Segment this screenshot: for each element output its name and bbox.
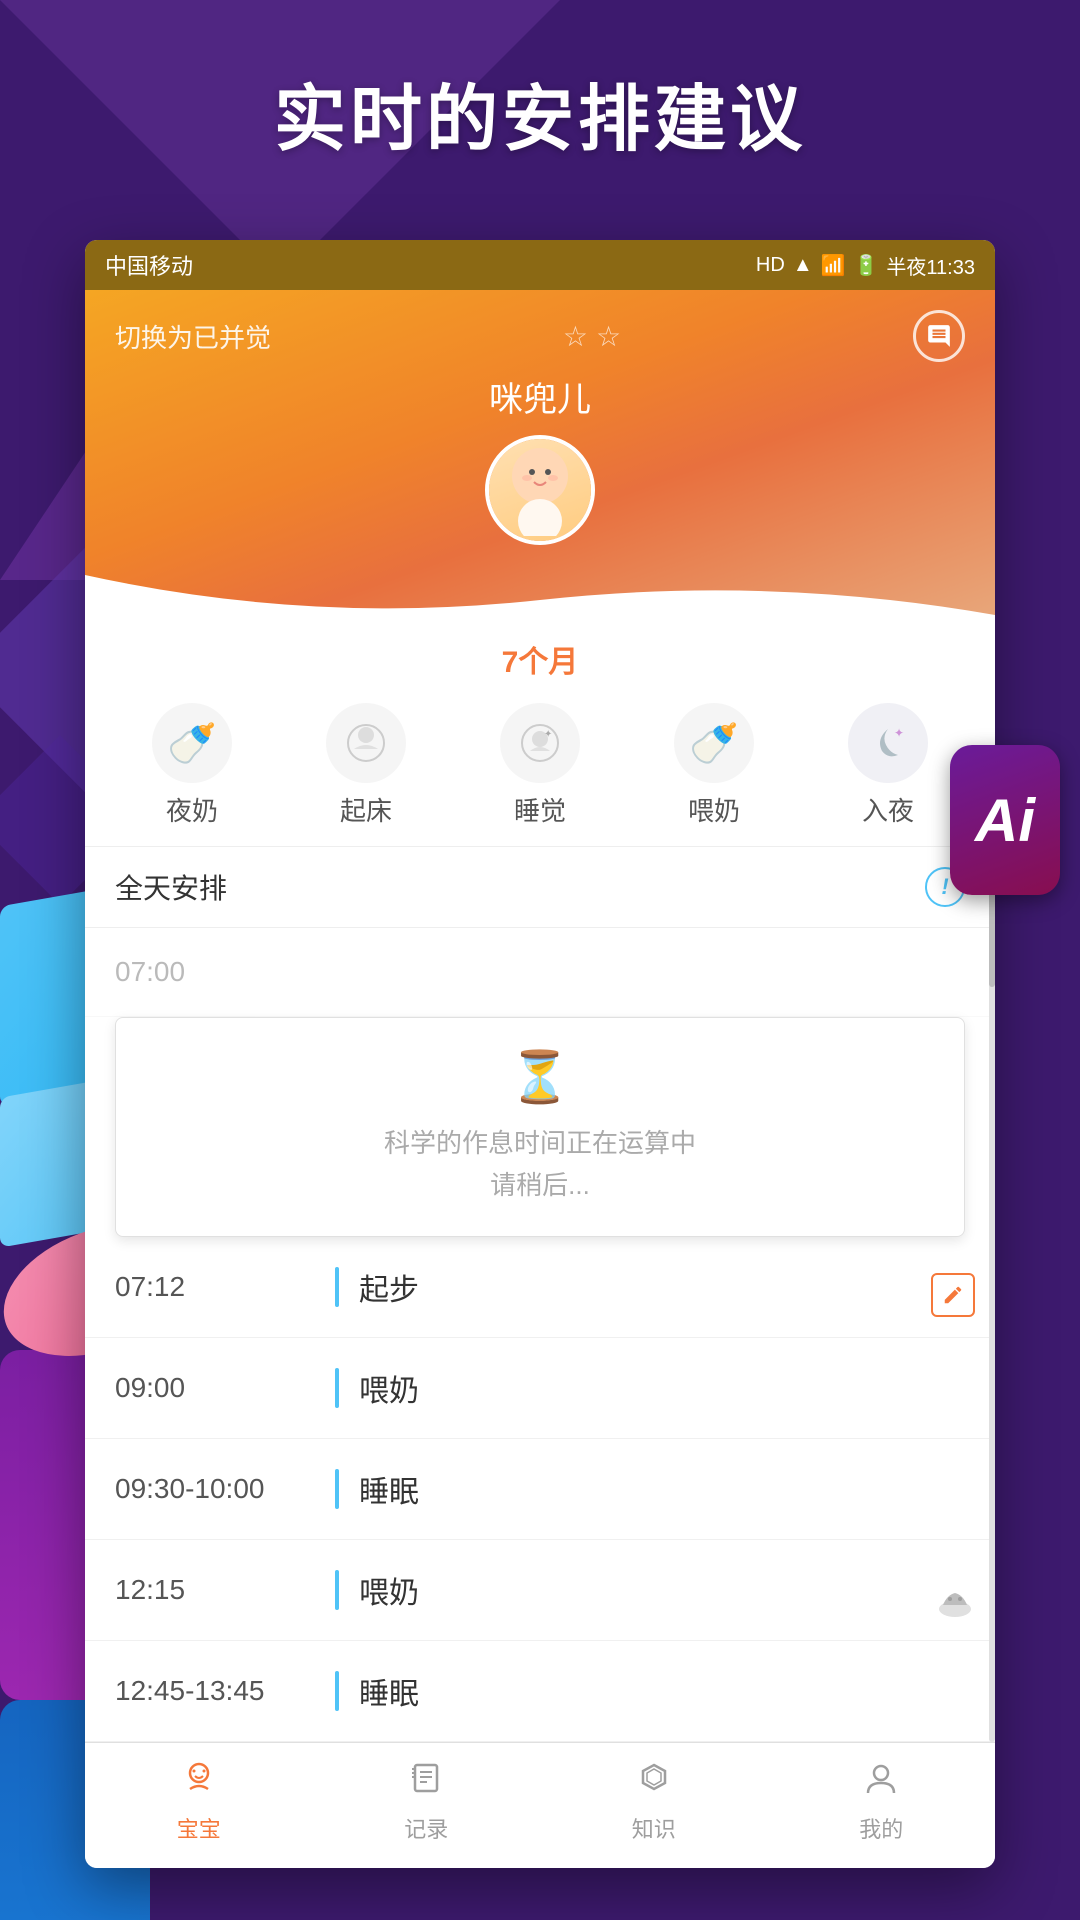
- computing-text-1: 科学的作息时间正在运算中: [136, 1123, 944, 1165]
- baby-photo: [489, 439, 591, 541]
- night-label: 入夜: [862, 791, 914, 828]
- event-0900: 喂奶: [359, 1366, 419, 1410]
- divider-0900: [335, 1368, 339, 1408]
- records-nav-label: 记录: [404, 1812, 448, 1844]
- computing-text-2: 请稍后...: [136, 1165, 944, 1207]
- edit-icon[interactable]: [931, 1273, 975, 1317]
- mine-nav-icon: [862, 1759, 900, 1806]
- action-night-feed[interactable]: 🍼 夜奶: [132, 703, 252, 828]
- time-0900: 09:00: [115, 1372, 335, 1404]
- page-title: 实时的安排建议: [0, 60, 1080, 165]
- baby-nav-label: 宝宝: [177, 1812, 221, 1844]
- food-icon: [935, 1581, 975, 1630]
- event-1245: 睡眠: [359, 1669, 419, 1713]
- knowledge-nav-icon: [635, 1759, 673, 1806]
- time-1245: 12:45-13:45: [115, 1675, 335, 1707]
- status-bar-right: HD ▲ 📶 🔋 半夜11:33: [756, 251, 975, 280]
- event-1215: 喂奶: [359, 1568, 419, 1612]
- quick-actions: 🍼 夜奶 起床 ✦ 睡觉: [85, 689, 995, 847]
- hd-badge: HD: [756, 254, 785, 277]
- nav-item-knowledge[interactable]: 知识: [632, 1759, 676, 1844]
- sleep-label: 睡觉: [514, 791, 566, 828]
- schedule-section: 全天安排 ! 07:00 ⏳ 科学的作息时间正在运算中 请稍后... 07:12…: [85, 847, 995, 1742]
- nav-item-mine[interactable]: 我的: [859, 1759, 903, 1844]
- switch-mode-button[interactable]: 切换为已并觉: [115, 318, 271, 355]
- nav-item-baby[interactable]: 宝宝: [177, 1759, 221, 1844]
- night-icon: ✦: [848, 703, 928, 783]
- mine-nav-label: 我的: [859, 1812, 903, 1844]
- action-sleep[interactable]: ✦ 睡觉: [480, 703, 600, 828]
- time-0712: 07:12: [115, 1271, 335, 1303]
- phone-mockup: 中国移动 HD ▲ 📶 🔋 半夜11:33 切换为已并觉 ☆ ☆ 咪兜儿: [85, 240, 995, 1868]
- wave-separator: [85, 575, 995, 625]
- divider-0712: [335, 1267, 339, 1307]
- records-nav-icon: [407, 1759, 445, 1806]
- header-top: 切换为已并觉 ☆ ☆: [115, 310, 965, 362]
- action-feed[interactable]: 🍼 喂奶: [654, 703, 774, 828]
- nav-item-records[interactable]: 记录: [404, 1759, 448, 1844]
- feed-icon: 🍼: [674, 703, 754, 783]
- schedule-title-label: 全天安排: [115, 867, 227, 907]
- night-feed-label: 夜奶: [166, 791, 218, 828]
- event-0930: 睡眠: [359, 1467, 419, 1511]
- stars-area: ☆ ☆: [563, 320, 621, 353]
- computing-overlay: ⏳ 科学的作息时间正在运算中 请稍后...: [115, 1017, 965, 1237]
- wake-up-icon: [326, 703, 406, 783]
- time-label: 半夜11:33: [886, 251, 975, 280]
- status-bar: 中国移动 HD ▲ 📶 🔋 半夜11:33: [85, 240, 995, 290]
- avatar-wrapper: [115, 435, 965, 545]
- carrier-label: 中国移动: [105, 249, 193, 281]
- chat-icon[interactable]: [913, 310, 965, 362]
- time-0930: 09:30-10:00: [115, 1473, 335, 1505]
- action-wake-up[interactable]: 起床: [306, 703, 426, 828]
- baby-name-label: 咪兜儿: [115, 372, 965, 421]
- time-1215: 12:15: [115, 1574, 335, 1606]
- schedule-row-1245: 12:45-13:45 睡眠: [85, 1641, 995, 1742]
- schedule-row-0700: 07:00: [85, 928, 995, 1017]
- star-2[interactable]: ☆: [596, 320, 621, 353]
- schedule-row-0712: 07:12 起步: [85, 1237, 995, 1338]
- wifi-icon: ▲: [793, 254, 813, 277]
- hourglass-icon: ⏳: [136, 1048, 944, 1107]
- baby-age-label: 7个月: [502, 637, 579, 681]
- schedule-content: 全天安排 ! 07:00 ⏳ 科学的作息时间正在运算中 请稍后... 07:12…: [85, 847, 995, 1742]
- schedule-header: 全天安排 !: [85, 847, 995, 928]
- feed-label: 喂奶: [688, 791, 740, 828]
- svg-text:✦: ✦: [544, 729, 552, 740]
- avatar[interactable]: [485, 435, 595, 545]
- action-night[interactable]: ✦ 入夜: [828, 703, 948, 828]
- sleep-icon: ✦: [500, 703, 580, 783]
- schedule-row-0900: 09:00 喂奶: [85, 1338, 995, 1439]
- star-1[interactable]: ☆: [563, 320, 588, 353]
- app-header: 切换为已并觉 ☆ ☆ 咪兜儿: [85, 290, 995, 625]
- scroll-bar: [989, 847, 995, 1742]
- divider-1215: [335, 1570, 339, 1610]
- wake-up-label: 起床: [340, 791, 392, 828]
- battery-icon: 🔋: [854, 253, 879, 278]
- event-0712: 起步: [359, 1265, 419, 1309]
- divider-1245: [335, 1671, 339, 1711]
- schedule-row-0930: 09:30-10:00 睡眠: [85, 1439, 995, 1540]
- time-0700: 07:00: [115, 956, 335, 988]
- night-feed-icon: 🍼: [152, 703, 232, 783]
- svg-text:✦: ✦: [894, 726, 904, 740]
- ai-badge: Ai: [950, 745, 1060, 895]
- knowledge-nav-label: 知识: [632, 1812, 676, 1844]
- bottom-nav: 宝宝 记录: [85, 1742, 995, 1868]
- baby-nav-icon: [180, 1759, 218, 1806]
- baby-age-section: 7个月: [85, 625, 995, 689]
- schedule-row-1215: 12:15 喂奶: [85, 1540, 995, 1641]
- divider-0930: [335, 1469, 339, 1509]
- signal-icon: 📶: [821, 253, 846, 278]
